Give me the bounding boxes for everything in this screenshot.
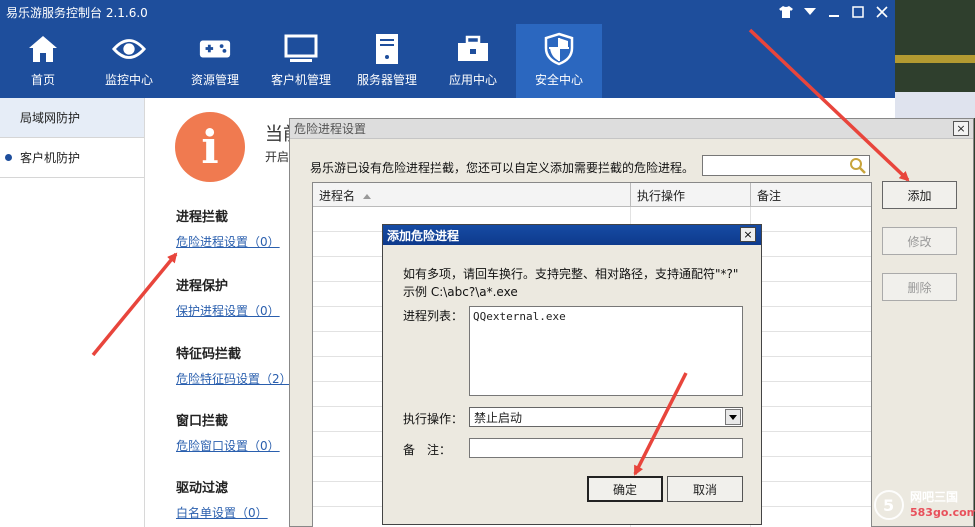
nav-label: 安全中心 (534, 73, 583, 87)
sidebar-item-lan-protection[interactable]: 局域网防护 (0, 98, 144, 138)
sidebar-item-label: 局域网防护 (20, 111, 81, 125)
process-list-label: 进程列表： (403, 309, 464, 323)
nav-label: 服务器管理 (356, 73, 417, 87)
action-label: 执行操作： (403, 412, 464, 426)
home-icon (26, 32, 60, 66)
sidebar: 局域网防护 客户机防护 (0, 98, 145, 527)
search-input[interactable] (703, 156, 843, 175)
search-box (702, 155, 870, 176)
watermark: 5 网吧三国 583go.com (872, 486, 975, 524)
nav-label: 资源管理 (190, 73, 239, 87)
dropdown-icon[interactable] (801, 3, 819, 21)
edit-button[interactable]: 修改 (882, 227, 957, 255)
background-panel (895, 92, 975, 118)
section-title: 进程保护 (176, 279, 229, 294)
section-title: 进程拦截 (176, 210, 229, 225)
dialog-close-button[interactable]: × (740, 227, 756, 242)
nav-label: 监控中心 (104, 73, 153, 87)
nav-app-center[interactable]: 应用中心 (430, 24, 516, 98)
app-title: 易乐游服务控制台 2.1.6.0 (6, 6, 148, 20)
action-select-value: 禁止启动 (474, 410, 523, 425)
maximize-icon[interactable] (849, 3, 867, 21)
close-icon[interactable] (873, 3, 891, 21)
section-process-protect: 进程保护 保护进程设置（0） (176, 275, 280, 319)
nav-server-management[interactable]: 服务器管理 (344, 24, 430, 98)
background-bar (895, 55, 975, 63)
delete-button[interactable]: 删除 (882, 273, 957, 301)
danger-window-settings-link[interactable]: 危险窗口设置（0） (176, 437, 280, 454)
nav-monitor-center[interactable]: 监控中心 (86, 24, 172, 98)
nav-label: 应用中心 (448, 73, 497, 87)
window-controls (777, 3, 891, 21)
toolbox-icon (456, 32, 490, 66)
svg-text:5: 5 (883, 496, 894, 515)
eye-icon (112, 32, 146, 66)
info-icon: i (175, 112, 245, 182)
example-text: 示例 C:\abc?\a*.exe (403, 285, 518, 299)
sort-asc-icon (363, 188, 372, 202)
nav-label: 客户机管理 (270, 73, 331, 87)
sidebar-item-label: 客户机防护 (20, 151, 81, 165)
section-title: 驱动过滤 (176, 481, 229, 496)
remark-label: 备 注： (403, 443, 452, 457)
dialog-title: 危险进程设置 (290, 119, 973, 139)
remark-input[interactable] (469, 438, 743, 458)
section-signature-intercept: 特征码拦截 危险特征码设置（2） (176, 343, 292, 387)
hint-text: 如有多项，请回车换行。支持完整、相对路径，支持通配符"*?" (403, 267, 739, 281)
nav-label: 首页 (30, 73, 55, 87)
column-header-action[interactable]: 执行操作 (631, 183, 751, 207)
danger-signature-settings-link[interactable]: 危险特征码设置（2） (176, 370, 292, 387)
nav-client-management[interactable]: 客户机管理 (258, 24, 344, 98)
server-icon (370, 32, 404, 66)
skin-icon[interactable] (777, 3, 795, 21)
nav-security-center[interactable]: 安全中心 (516, 24, 602, 98)
table-header: 进程名 执行操作 备注 (313, 183, 871, 207)
gamepad-icon (198, 32, 232, 66)
app-header: 易乐游服务控制台 2.1.6.0 首页 监控中心 资源管理 客户机管理 服务器管… (0, 0, 895, 98)
section-process-intercept: 进程拦截 危险进程设置（0） (176, 206, 280, 250)
minimize-icon[interactable] (825, 3, 843, 21)
protect-process-settings-link[interactable]: 保护进程设置（0） (176, 302, 280, 319)
dialog-close-button[interactable]: × (953, 121, 969, 136)
search-icon[interactable] (849, 157, 867, 175)
watermark-logo-icon: 5 (874, 490, 904, 520)
process-list-textarea[interactable]: QQexternal.exe (469, 306, 743, 396)
sidebar-item-client-protection[interactable]: 客户机防护 (0, 138, 144, 178)
watermark-name: 网吧三国 (910, 490, 959, 504)
column-header-remark[interactable]: 备注 (751, 183, 871, 207)
section-title: 窗口拦截 (176, 414, 229, 429)
section-driver-filter: 驱动过滤 白名单设置（0） (176, 477, 268, 521)
whitelist-settings-link[interactable]: 白名单设置（0） (176, 504, 268, 521)
watermark-url: 583go.com (910, 506, 975, 519)
dialog-title: 添加危险进程 (383, 225, 761, 245)
selected-dot-icon (5, 154, 12, 161)
section-title: 特征码拦截 (176, 347, 242, 362)
action-select[interactable]: 禁止启动 (469, 407, 743, 427)
main-nav: 首页 监控中心 资源管理 客户机管理 服务器管理 应用中心 安全中心 (0, 24, 602, 98)
danger-process-settings-link[interactable]: 危险进程设置（0） (176, 233, 280, 250)
shield-icon (542, 32, 576, 66)
column-header-process-name[interactable]: 进程名 (313, 183, 631, 207)
add-button[interactable]: 添加 (882, 181, 957, 209)
nav-home[interactable]: 首页 (0, 24, 86, 98)
status-subtitle: 开启 (265, 150, 290, 164)
dialog-description: 易乐游已设有危险进程拦截，您还可以自定义添加需要拦截的危险进程。 (310, 161, 695, 175)
ok-button[interactable]: 确定 (587, 476, 663, 502)
add-danger-process-dialog: 添加危险进程 × 如有多项，请回车换行。支持完整、相对路径，支持通配符"*?" … (382, 224, 762, 525)
monitor-icon (284, 32, 318, 66)
chevron-down-icon[interactable] (725, 409, 741, 425)
nav-resource-management[interactable]: 资源管理 (172, 24, 258, 98)
section-window-intercept: 窗口拦截 危险窗口设置（0） (176, 410, 280, 454)
cancel-button[interactable]: 取消 (667, 476, 743, 502)
